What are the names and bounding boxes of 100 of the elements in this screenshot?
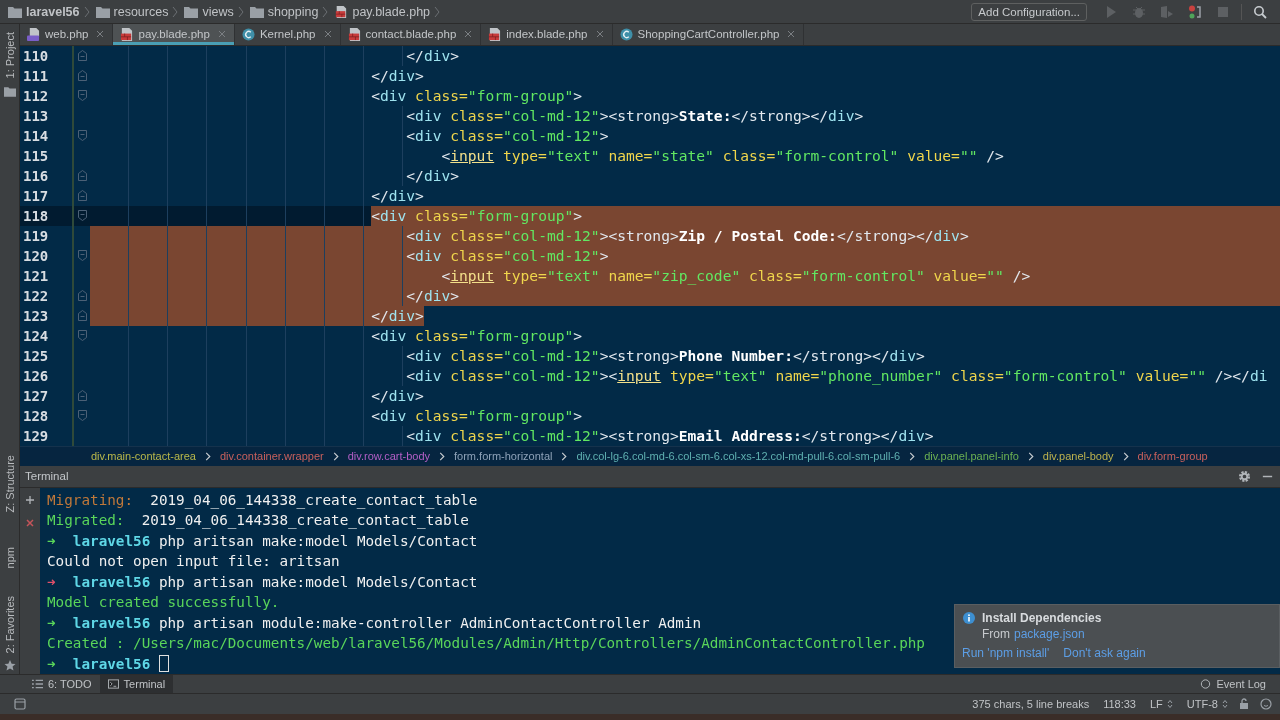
- code-line: <input type="text" name="state" class="form-control" value="" />: [90, 146, 1280, 166]
- fold-icon[interactable]: [77, 210, 87, 222]
- terminal-line: Created : /Users/mac/Documents/web/laravel56/Modules/Admin/Http/Controllers/AdminContactController.php: [47, 634, 925, 653]
- fold-icon[interactable]: [77, 70, 87, 82]
- close-icon[interactable]: [96, 30, 105, 39]
- editor-tab[interactable]: pay.blade.php: [113, 24, 235, 45]
- chevron-icon: [1122, 451, 1129, 461]
- fold-icon[interactable]: [77, 130, 87, 142]
- star-icon: [3, 659, 16, 671]
- editor-tab[interactable]: contact.blade.php: [340, 24, 482, 45]
- editor-tab[interactable]: Kernel.php: [234, 24, 341, 45]
- tool-window-button[interactable]: 6: TODO: [24, 675, 100, 693]
- code-line: <div class="col-md-12"><strong>Phone Number:</strong></div>: [90, 346, 1280, 366]
- line-number: 121: [22, 267, 50, 286]
- stop-icon[interactable]: [1216, 4, 1230, 19]
- close-icon[interactable]: [217, 30, 226, 39]
- line-number: 124: [22, 327, 50, 346]
- tool-window-tab[interactable]: npm: [3, 546, 16, 569]
- close-icon[interactable]: [25, 517, 35, 528]
- fold-icon[interactable]: [77, 330, 87, 342]
- fold-icon[interactable]: [77, 190, 87, 202]
- fold-icon[interactable]: [77, 50, 87, 62]
- chevron-icon: [909, 451, 916, 461]
- line-number: 112: [22, 87, 50, 106]
- line-number: 129: [22, 427, 50, 446]
- close-icon[interactable]: [323, 30, 332, 39]
- cursor-position[interactable]: 118:33: [1103, 698, 1136, 710]
- folder-icon: [95, 5, 110, 18]
- breadcrumb-item[interactable]: shopping: [267, 4, 319, 19]
- line-number: 120: [22, 247, 50, 266]
- settings-icon[interactable]: [1238, 469, 1251, 483]
- notification-text: From: [982, 626, 1010, 641]
- breadcrumb-item[interactable]: laravel56: [26, 4, 80, 19]
- line-number: 115: [22, 147, 50, 166]
- list-icon: [32, 679, 43, 689]
- breadcrumb-item[interactable]: views: [202, 4, 234, 19]
- terminal-line: ➜ laravel56 php artisan make:model Models/Contact: [47, 572, 479, 592]
- breadcrumb-item[interactable]: div.form-group: [1137, 450, 1208, 463]
- chevron-icon: [1027, 451, 1034, 461]
- lock-icon[interactable]: [1238, 698, 1250, 710]
- editor-tab[interactable]: index.blade.php: [481, 24, 613, 45]
- chevron-icon: [204, 451, 211, 461]
- fold-icon[interactable]: [77, 390, 87, 402]
- code-line: </div>: [90, 306, 424, 326]
- encoding-selector[interactable]: UTF-8: [1186, 698, 1218, 710]
- code-line: </div>: [90, 46, 1280, 66]
- event-log-button[interactable]: Event Log: [1192, 675, 1274, 693]
- add-configuration-button[interactable]: Add Configuration...: [971, 2, 1087, 21]
- breadcrumb-item[interactable]: div.main-contact-area: [91, 450, 196, 463]
- line-number: 116: [22, 167, 50, 186]
- editor-tab[interactable]: ShoppingCartController.php: [612, 24, 805, 45]
- coverage-icon[interactable]: [1160, 4, 1174, 19]
- breadcrumb-item[interactable]: div.col-lg-6.col-md-6.col-sm-6.col-xs-12.col-md-pull-6.col-sm-pull-6: [576, 450, 901, 463]
- line-number: 125: [22, 347, 50, 366]
- chevron-icon: [237, 4, 244, 19]
- code-line: </div>: [90, 386, 1280, 406]
- search-icon[interactable]: [1253, 4, 1267, 19]
- line-number: 123: [22, 307, 50, 326]
- code-line: <input type="text" name="zip_code" class="form-control" value="" />: [90, 266, 1280, 286]
- chevron-icon: [83, 4, 90, 19]
- breadcrumb-item[interactable]: div.panel.panel-info: [924, 450, 1019, 463]
- attach-icon[interactable]: [1188, 4, 1202, 19]
- code-line: <div class="col-md-12">: [90, 246, 1280, 266]
- line-number: 110: [22, 47, 50, 66]
- close-icon[interactable]: [787, 30, 796, 39]
- tool-window-tab[interactable]: 2: Favorites: [3, 596, 16, 654]
- line-number: 111: [22, 67, 50, 86]
- terminal-line: ➜ laravel56 php aritsan make:model Models/Contact: [47, 531, 479, 551]
- line-separator-selector[interactable]: LF: [1150, 698, 1163, 710]
- run-icon[interactable]: [1104, 4, 1118, 19]
- code-line: <div class="form-group">: [90, 406, 1280, 426]
- tool-window-button[interactable]: Terminal: [99, 675, 174, 693]
- folder-icon: [184, 5, 199, 18]
- breadcrumb-item[interactable]: resources: [113, 4, 169, 19]
- fold-icon[interactable]: [77, 250, 87, 262]
- terminal-line: ➜ laravel56 php artisan module:make-controller AdminContactController Admin: [47, 613, 703, 633]
- close-icon[interactable]: [464, 30, 473, 39]
- layout-icon[interactable]: [14, 698, 26, 710]
- class-icon: [619, 28, 633, 41]
- fold-icon[interactable]: [77, 410, 87, 422]
- fold-icon[interactable]: [77, 170, 87, 182]
- fold-icon[interactable]: [77, 290, 87, 302]
- add-icon[interactable]: [25, 494, 35, 505]
- breadcrumb-item[interactable]: form.form-horizontal: [454, 450, 553, 463]
- file-icon: [27, 28, 40, 41]
- file-icon: [488, 28, 502, 41]
- project-tool-tab[interactable]: 1: Project: [3, 32, 16, 79]
- debug-icon[interactable]: [1132, 4, 1146, 19]
- breadcrumb-item[interactable]: div.panel-body: [1042, 450, 1114, 463]
- close-icon[interactable]: [595, 30, 604, 39]
- code-line: </div>: [90, 286, 1280, 306]
- fold-icon[interactable]: [77, 310, 87, 322]
- terminal-icon: [107, 679, 119, 689]
- fold-icon[interactable]: [77, 90, 87, 102]
- breadcrumb-item[interactable]: div.row.cart-body: [347, 450, 431, 463]
- tool-window-tab[interactable]: Z: Structure: [3, 455, 16, 513]
- breadcrumb-item[interactable]: div.container.wrapper: [219, 450, 324, 463]
- code-line: </div>: [90, 66, 1280, 86]
- inspector-icon[interactable]: [1260, 698, 1272, 710]
- breadcrumb-item[interactable]: pay.blade.php: [352, 4, 431, 19]
